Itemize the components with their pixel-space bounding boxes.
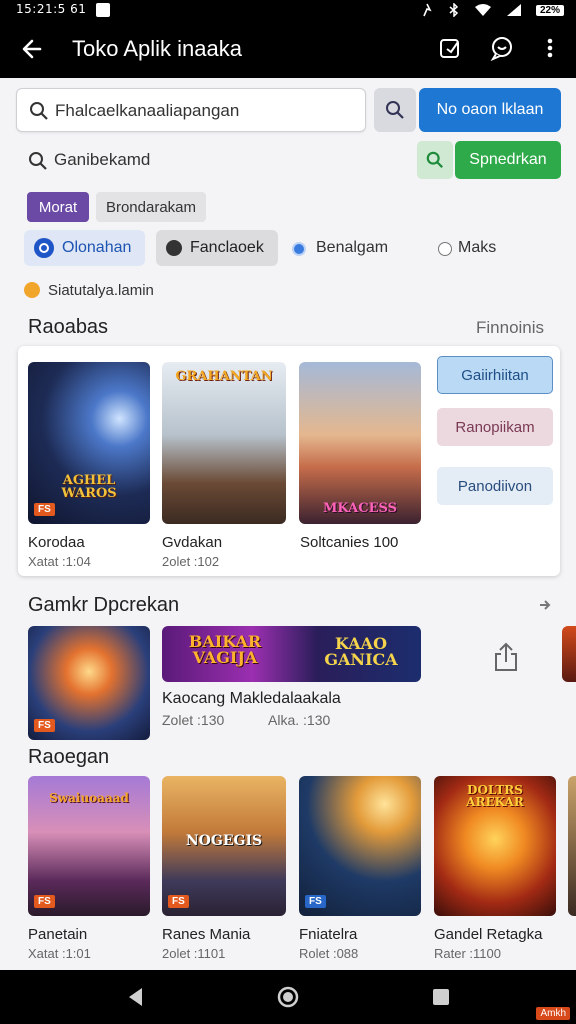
battery-indicator: 22% <box>535 4 564 16</box>
promo-banner[interactable]: BAIKAR VAGIJA KAAO GANICA <box>162 626 421 682</box>
featured-card-1-art-title: AGHEL WAROS <box>61 473 117 501</box>
rec-card-3-badge: FS <box>305 895 326 908</box>
radio-option-3-label[interactable]: Benalgam <box>316 239 388 257</box>
rec-card-1-badge: FS <box>34 895 55 908</box>
rec-card-2-name: Ranes Mania <box>162 926 251 943</box>
promo-card-image[interactable]: FS <box>28 626 150 740</box>
rec-card-4-image[interactable]: DOLTRS AREKAR <box>434 776 556 916</box>
green-search-button[interactable] <box>417 141 453 179</box>
featured-card-3-image[interactable]: MKACESS <box>299 362 421 524</box>
rec-card-2-art-title: NOGEGIS <box>185 833 263 849</box>
info-row: Siatutalya.lamin <box>24 282 154 299</box>
sun-icon <box>24 282 40 298</box>
secondary-action-button[interactable]: Spnedrkan <box>455 141 561 179</box>
rec-card-2-badge: FS <box>168 895 189 908</box>
radio-dark-icon <box>166 240 182 256</box>
side-button-2[interactable]: Ranopiikam <box>437 408 553 446</box>
back-arrow-icon[interactable] <box>18 34 48 64</box>
notification-icon <box>96 3 110 17</box>
search-icon <box>386 101 404 119</box>
side-button-1[interactable]: Gaiirhiitan <box>437 356 553 394</box>
arrow-right-icon[interactable] <box>538 598 552 612</box>
radio-option-4-label[interactable]: Maks <box>458 239 496 257</box>
chip-filter-1[interactable]: Morat <box>27 192 89 222</box>
nav-home-icon[interactable] <box>276 985 300 1009</box>
search-icon <box>426 151 443 168</box>
radio-option-1-label: Olonahan <box>62 239 132 256</box>
search-button[interactable] <box>374 88 416 132</box>
rec-card-2-sub: 2olet :1101 <box>162 946 226 961</box>
primary-search-text: Fhalcaelkanaaliapangan <box>55 101 240 120</box>
featured-section-title: Raoabas <box>28 316 109 338</box>
radio-option-2-label: Fanclaoek <box>190 239 264 256</box>
info-text: Siatutalya.lamin <box>48 282 154 299</box>
secondary-search-input[interactable]: Ganibekamd <box>16 142 412 180</box>
recommended-section-title: Raoegan <box>28 746 110 768</box>
chat-bubble-icon[interactable] <box>488 34 516 62</box>
wifi-icon <box>474 4 491 16</box>
secondary-search-text: Ganibekamd <box>54 150 151 169</box>
featured-card-3-art-title: MKACESS <box>323 501 397 516</box>
promo-name: Kaocang Makledalaakala <box>162 690 341 707</box>
search-icon <box>29 152 47 170</box>
cell-icon <box>506 4 521 16</box>
corner-badge: Amkh <box>536 1007 570 1020</box>
radio-options: Olonahan Fanclaoek Benalgam Maks <box>0 230 576 270</box>
rec-next-card-image[interactable] <box>568 776 576 916</box>
primary-action-button[interactable]: No oaon lklaan <box>419 88 561 132</box>
edit-square-icon[interactable] <box>436 34 464 62</box>
featured-card-1-badge: FS <box>34 503 55 516</box>
rec-card-1-name: Panetain <box>28 926 88 943</box>
status-time: 15:21:5 61 <box>16 2 87 16</box>
featured-card-2-sub: 2olet :102 <box>162 554 220 569</box>
promo-card-badge: FS <box>34 719 55 732</box>
rec-card-3-name: Fniatelra <box>299 926 358 943</box>
rec-card-4-name: Gandel Retagka <box>434 926 543 943</box>
nav-recents-icon[interactable] <box>432 988 450 1006</box>
radio-option-2[interactable]: Fanclaoek <box>156 230 278 266</box>
rec-card-1-image[interactable]: Swaiuoaaad FS <box>28 776 150 916</box>
side-button-3[interactable]: Panodiivon <box>437 467 553 505</box>
radio-empty-icon[interactable] <box>438 242 452 256</box>
rec-card-3-image[interactable]: FS <box>299 776 421 916</box>
rec-card-1-sub: Xatat :1:01 <box>28 946 91 961</box>
promo-banner-left-text: BAIKAR VAGIJA <box>188 632 262 667</box>
radio-selected-icon <box>34 238 54 258</box>
chip-filter-2[interactable]: Brondarakam <box>96 192 206 222</box>
featured-card-2-name: Gvdakan <box>162 534 223 551</box>
system-nav-bar: Amkh <box>0 970 576 1024</box>
rec-card-4-sub: Rater :1100 <box>434 946 501 961</box>
radio-option-1[interactable]: Olonahan <box>24 230 145 266</box>
featured-card-2-art-title: GRAHANTAN <box>175 369 273 384</box>
promo-banner-right-text: KAAO GANICA <box>324 634 398 669</box>
featured-card-3-name: Soltcanies 100 <box>300 534 399 551</box>
rec-card-3-sub: Rolet :088 <box>299 946 359 961</box>
app-title: Toko Aplik inaaka <box>72 36 242 61</box>
promo-next-card-image[interactable] <box>562 626 576 682</box>
featured-card-1-image[interactable]: AGHEL WAROS FS <box>28 362 150 524</box>
status-bar: 15:21:5 61 22% <box>0 0 576 20</box>
featured-card-2-image[interactable]: GRAHANTAN <box>162 362 286 524</box>
rec-card-1-art-title: Swaiuoaaad <box>49 791 129 805</box>
promo-sub-right: Alka. :130 <box>268 712 331 728</box>
rec-card-2-image[interactable]: NOGEGIS FS <box>162 776 286 916</box>
bluetooth-icon <box>449 3 459 17</box>
featured-see-all-link[interactable]: Finnoinis <box>476 318 544 338</box>
promo-section-title: Gamkr Dpcrekan <box>28 594 180 616</box>
primary-search-input[interactable]: Fhalcaelkanaaliapangan <box>16 88 366 132</box>
rec-card-4-art-title: DOLTRS AREKAR <box>466 783 524 809</box>
radio-blue-icon[interactable] <box>292 242 306 256</box>
nav-back-icon[interactable] <box>126 986 146 1008</box>
promo-sub-left: Zolet :130 <box>162 712 225 728</box>
main-content: Fhalcaelkanaaliapangan No oaon lklaan Ga… <box>0 78 576 970</box>
signal-icon <box>423 3 432 17</box>
more-vert-icon[interactable] <box>536 34 564 62</box>
featured-card-1-sub: Xatat :1:04 <box>28 554 91 569</box>
share-icon[interactable] <box>492 642 520 672</box>
search-icon <box>30 102 48 120</box>
featured-card-1-name: Korodaa <box>28 534 85 551</box>
app-bar: Toko Aplik inaaka <box>0 20 576 78</box>
